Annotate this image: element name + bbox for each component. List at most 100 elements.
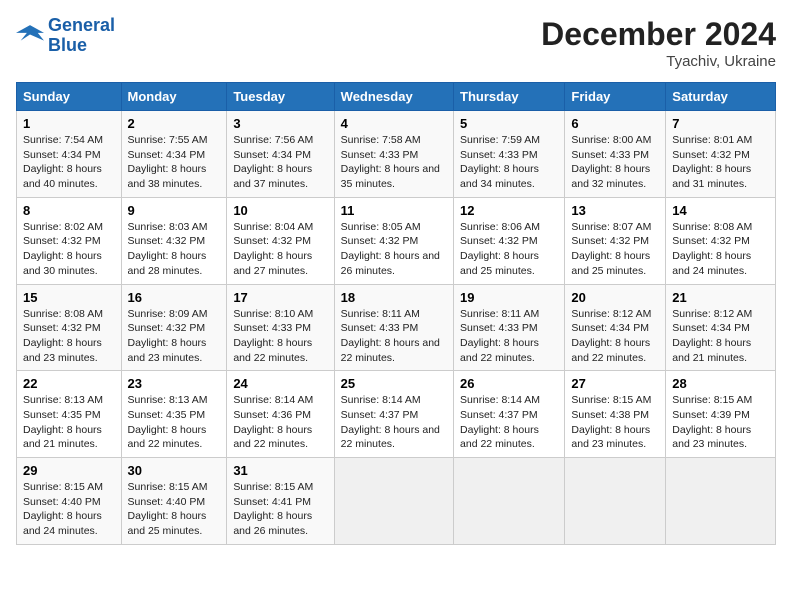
- cell-details: Sunrise: 8:15 AMSunset: 4:40 PMDaylight:…: [23, 481, 103, 537]
- calendar-cell: 11Sunrise: 8:05 AMSunset: 4:32 PMDayligh…: [334, 197, 453, 284]
- cell-details: Sunrise: 8:08 AMSunset: 4:32 PMDaylight:…: [672, 221, 752, 277]
- page-header: GeneralBlue December 2024 Tyachiv, Ukrai…: [16, 16, 776, 70]
- day-number: 31: [233, 463, 327, 478]
- cell-details: Sunrise: 8:10 AMSunset: 4:33 PMDaylight:…: [233, 308, 313, 364]
- day-number: 4: [341, 116, 447, 131]
- day-number: 24: [233, 376, 327, 391]
- calendar-cell: 16Sunrise: 8:09 AMSunset: 4:32 PMDayligh…: [121, 284, 227, 371]
- calendar-cell: 2 Sunrise: 7:55 AMSunset: 4:34 PMDaylight…: [121, 111, 227, 198]
- day-number: 19: [460, 290, 558, 305]
- cell-details: Sunrise: 8:15 AMSunset: 4:39 PMDaylight:…: [672, 394, 752, 450]
- calendar-cell: [334, 458, 453, 545]
- calendar-cell: 18 Sunrise: 8:11 AMSunset: 4:33 PMDayligh…: [334, 284, 453, 371]
- cell-details: Sunrise: 7:55 AMSunset: 4:34 PMDaylight:…: [128, 134, 208, 190]
- day-number: 5: [460, 116, 558, 131]
- calendar-header-cell: Wednesday: [334, 83, 453, 111]
- calendar-header-cell: Monday: [121, 83, 227, 111]
- calendar-cell: 1 Sunrise: 7:54 AMSunset: 4:34 PMDaylight…: [17, 111, 122, 198]
- cell-details: Sunrise: 8:03 AMSunset: 4:32 PMDaylight:…: [128, 221, 208, 277]
- cell-details: Sunrise: 7:54 AMSunset: 4:34 PMDaylight:…: [23, 134, 103, 190]
- calendar-cell: 20 Sunrise: 8:12 AMSunset: 4:34 PMDayligh…: [565, 284, 666, 371]
- calendar-cell: 14 Sunrise: 8:08 AMSunset: 4:32 PMDayligh…: [666, 197, 776, 284]
- day-number: 2: [128, 116, 221, 131]
- calendar-cell: 4 Sunrise: 7:58 AMSunset: 4:33 PMDaylight…: [334, 111, 453, 198]
- cell-details: Sunrise: 8:14 AMSunset: 4:36 PMDaylight:…: [233, 394, 313, 450]
- day-number: 21: [672, 290, 769, 305]
- day-number: 25: [341, 376, 447, 391]
- cell-details: Sunrise: 8:15 AMSunset: 4:40 PMDaylight:…: [128, 481, 208, 537]
- calendar-cell: 3 Sunrise: 7:56 AMSunset: 4:34 PMDaylight…: [227, 111, 334, 198]
- cell-details: Sunrise: 8:15 AMSunset: 4:41 PMDaylight:…: [233, 481, 313, 537]
- cell-details: Sunrise: 8:05 AMSunset: 4:32 PMDaylight:…: [341, 221, 440, 277]
- cell-details: Sunrise: 7:59 AMSunset: 4:33 PMDaylight:…: [460, 134, 540, 190]
- cell-details: Sunrise: 8:12 AMSunset: 4:34 PMDaylight:…: [672, 308, 752, 364]
- calendar-cell: 5 Sunrise: 7:59 AMSunset: 4:33 PMDaylight…: [454, 111, 565, 198]
- day-number: 10: [233, 203, 327, 218]
- day-number: 20: [571, 290, 659, 305]
- day-number: 30: [128, 463, 221, 478]
- calendar-cell: 6 Sunrise: 8:00 AMSunset: 4:33 PMDaylight…: [565, 111, 666, 198]
- day-number: 13: [571, 203, 659, 218]
- calendar-cell: [565, 458, 666, 545]
- calendar-week-row: 8 Sunrise: 8:02 AMSunset: 4:32 PMDaylight…: [17, 197, 776, 284]
- cell-details: Sunrise: 8:04 AMSunset: 4:32 PMDaylight:…: [233, 221, 313, 277]
- day-number: 3: [233, 116, 327, 131]
- calendar-cell: 7 Sunrise: 8:01 AMSunset: 4:32 PMDaylight…: [666, 111, 776, 198]
- day-number: 8: [23, 203, 115, 218]
- cell-details: Sunrise: 8:14 AMSunset: 4:37 PMDaylight:…: [341, 394, 440, 450]
- calendar-cell: 22 Sunrise: 8:13 AMSunset: 4:35 PMDayligh…: [17, 371, 122, 458]
- cell-details: Sunrise: 8:12 AMSunset: 4:34 PMDaylight:…: [571, 308, 651, 364]
- calendar-cell: 29Sunrise: 8:15 AMSunset: 4:40 PMDayligh…: [17, 458, 122, 545]
- calendar-cell: 26Sunrise: 8:14 AMSunset: 4:37 PMDayligh…: [454, 371, 565, 458]
- calendar-cell: [454, 458, 565, 545]
- cell-details: Sunrise: 8:11 AMSunset: 4:33 PMDaylight:…: [341, 308, 440, 364]
- cell-details: Sunrise: 8:00 AMSunset: 4:33 PMDaylight:…: [571, 134, 651, 190]
- cell-details: Sunrise: 8:06 AMSunset: 4:32 PMDaylight:…: [460, 221, 540, 277]
- cell-details: Sunrise: 8:15 AMSunset: 4:38 PMDaylight:…: [571, 394, 651, 450]
- calendar-cell: 28Sunrise: 8:15 AMSunset: 4:39 PMDayligh…: [666, 371, 776, 458]
- calendar-cell: 23Sunrise: 8:13 AMSunset: 4:35 PMDayligh…: [121, 371, 227, 458]
- calendar-week-row: 1 Sunrise: 7:54 AMSunset: 4:34 PMDaylight…: [17, 111, 776, 198]
- location: Tyachiv, Ukraine: [541, 53, 776, 70]
- day-number: 1: [23, 116, 115, 131]
- calendar-week-row: 22 Sunrise: 8:13 AMSunset: 4:35 PMDayligh…: [17, 371, 776, 458]
- calendar-body: 1 Sunrise: 7:54 AMSunset: 4:34 PMDaylight…: [17, 111, 776, 545]
- calendar-cell: 15Sunrise: 8:08 AMSunset: 4:32 PMDayligh…: [17, 284, 122, 371]
- calendar-cell: 21 Sunrise: 8:12 AMSunset: 4:34 PMDayligh…: [666, 284, 776, 371]
- calendar-cell: 13 Sunrise: 8:07 AMSunset: 4:32 PMDayligh…: [565, 197, 666, 284]
- cell-details: Sunrise: 8:02 AMSunset: 4:32 PMDaylight:…: [23, 221, 103, 277]
- cell-details: Sunrise: 8:13 AMSunset: 4:35 PMDaylight:…: [23, 394, 103, 450]
- calendar-cell: 30 Sunrise: 8:15 AMSunset: 4:40 PMDayligh…: [121, 458, 227, 545]
- calendar-cell: 24 Sunrise: 8:14 AMSunset: 4:36 PMDayligh…: [227, 371, 334, 458]
- month-title: December 2024: [541, 16, 776, 53]
- calendar-header-cell: Friday: [565, 83, 666, 111]
- calendar-week-row: 15Sunrise: 8:08 AMSunset: 4:32 PMDayligh…: [17, 284, 776, 371]
- cell-details: Sunrise: 8:13 AMSunset: 4:35 PMDaylight:…: [128, 394, 208, 450]
- day-number: 15: [23, 290, 115, 305]
- day-number: 27: [571, 376, 659, 391]
- logo-icon: [16, 22, 44, 50]
- cell-details: Sunrise: 7:56 AMSunset: 4:34 PMDaylight:…: [233, 134, 313, 190]
- day-number: 6: [571, 116, 659, 131]
- calendar-header-cell: Saturday: [666, 83, 776, 111]
- day-number: 16: [128, 290, 221, 305]
- cell-details: Sunrise: 7:58 AMSunset: 4:33 PMDaylight:…: [341, 134, 440, 190]
- calendar-cell: 27 Sunrise: 8:15 AMSunset: 4:38 PMDayligh…: [565, 371, 666, 458]
- day-number: 22: [23, 376, 115, 391]
- logo: GeneralBlue: [16, 16, 115, 56]
- cell-details: Sunrise: 8:01 AMSunset: 4:32 PMDaylight:…: [672, 134, 752, 190]
- calendar-header-row: SundayMondayTuesdayWednesdayThursdayFrid…: [17, 83, 776, 111]
- day-number: 18: [341, 290, 447, 305]
- calendar-header-cell: Thursday: [454, 83, 565, 111]
- day-number: 17: [233, 290, 327, 305]
- title-block: December 2024 Tyachiv, Ukraine: [541, 16, 776, 70]
- calendar-table: SundayMondayTuesdayWednesdayThursdayFrid…: [16, 82, 776, 545]
- calendar-cell: 12Sunrise: 8:06 AMSunset: 4:32 PMDayligh…: [454, 197, 565, 284]
- calendar-cell: 8 Sunrise: 8:02 AMSunset: 4:32 PMDaylight…: [17, 197, 122, 284]
- cell-details: Sunrise: 8:11 AMSunset: 4:33 PMDaylight:…: [460, 308, 539, 364]
- day-number: 14: [672, 203, 769, 218]
- day-number: 7: [672, 116, 769, 131]
- calendar-week-row: 29Sunrise: 8:15 AMSunset: 4:40 PMDayligh…: [17, 458, 776, 545]
- cell-details: Sunrise: 8:07 AMSunset: 4:32 PMDaylight:…: [571, 221, 651, 277]
- calendar-header-cell: Tuesday: [227, 83, 334, 111]
